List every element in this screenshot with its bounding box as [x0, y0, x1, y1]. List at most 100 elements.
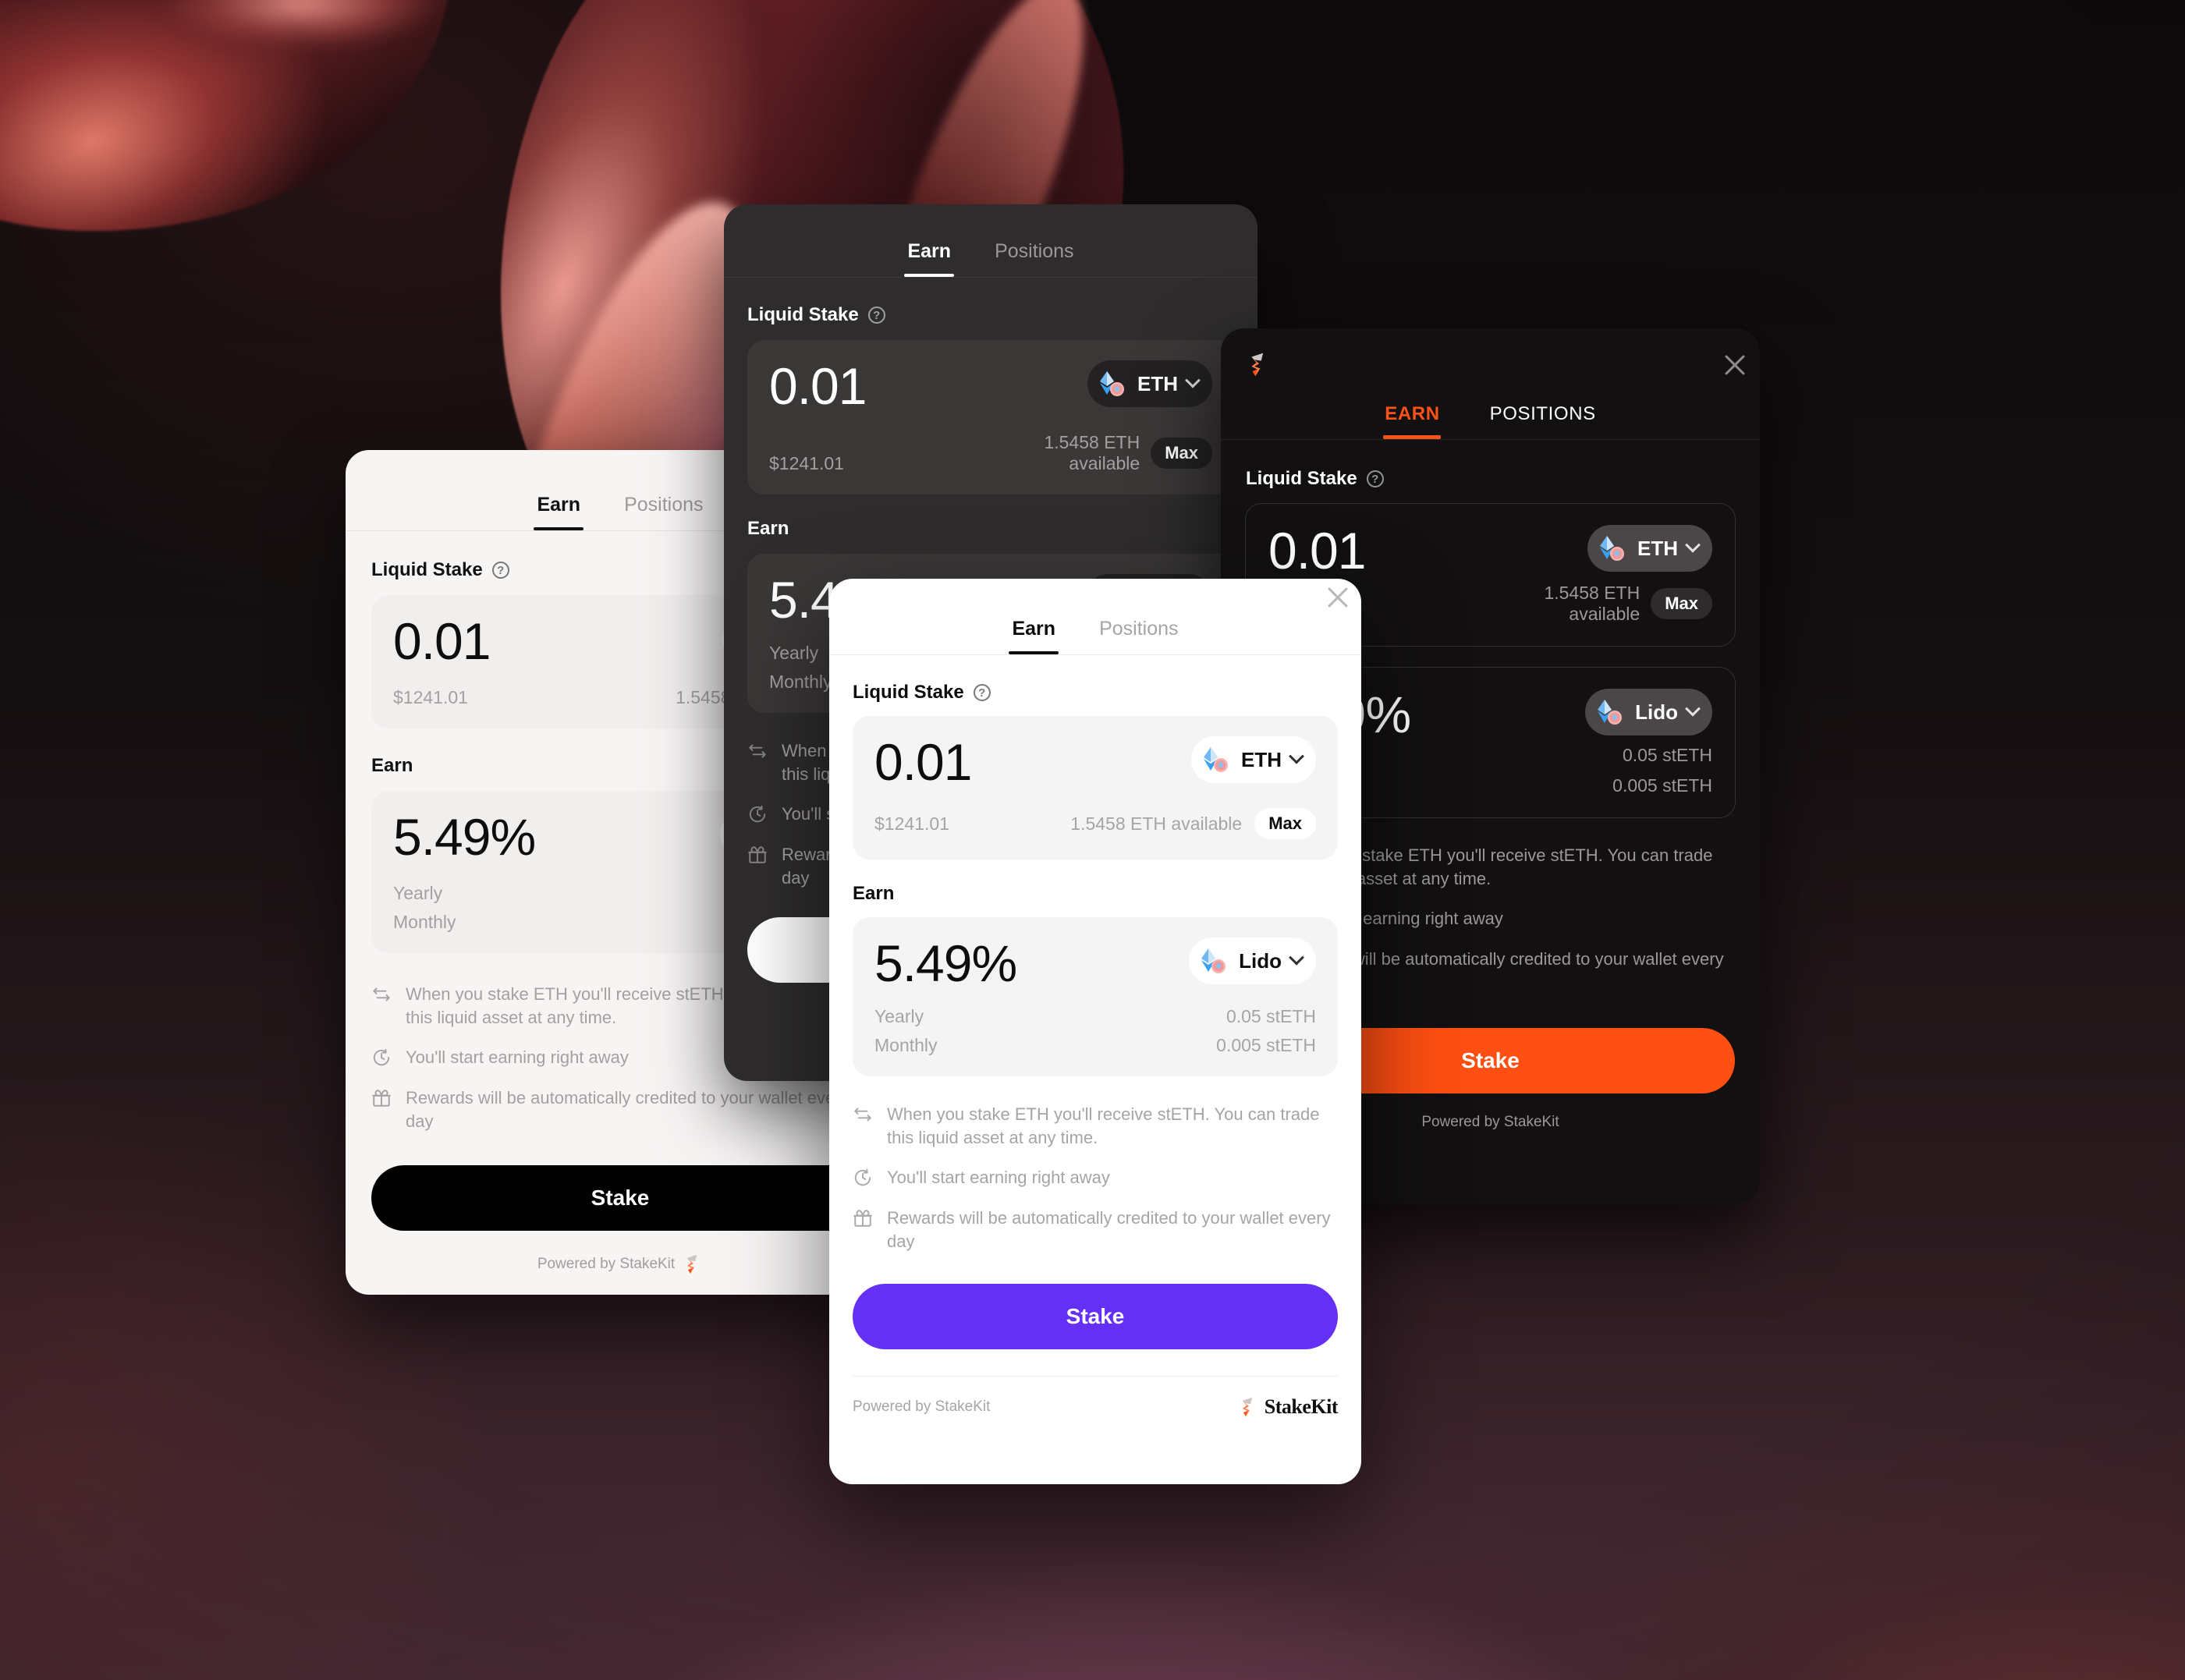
- gift-icon: [747, 845, 768, 865]
- help-icon[interactable]: ?: [973, 684, 991, 701]
- max-button-label: Max: [1268, 813, 1302, 833]
- liquid-stake-label: Liquid Stake: [853, 682, 964, 703]
- max-button-label: Max: [1665, 594, 1698, 613]
- token-symbol-label: ETH: [1637, 536, 1678, 560]
- provider-label: Lido: [1635, 700, 1678, 724]
- help-icon[interactable]: ?: [1366, 470, 1384, 487]
- token-selector-eth[interactable]: ETH: [1191, 736, 1316, 783]
- staking-widget-white-purple: Earn Positions Liquid Stake ? 0.01 ETH $…: [829, 579, 1361, 1484]
- earn-panel: 5.49% Lido Yearly 0.05 stETH Monthly 0.0…: [853, 917, 1338, 1076]
- chevron-down-icon: [1685, 700, 1701, 717]
- available-balance: 1.5458 ETH available: [1070, 813, 1243, 834]
- provider-selector-lido[interactable]: Lido: [1189, 937, 1316, 984]
- tab-positions[interactable]: Positions: [624, 494, 703, 530]
- available-amount: 1.5458 ETH: [1544, 583, 1641, 603]
- stakekit-logo-icon: [683, 1253, 703, 1276]
- max-button[interactable]: Max: [1254, 808, 1316, 839]
- available-balance: 1.5458 ETH available: [1544, 583, 1640, 625]
- amount-value[interactable]: 0.01: [1268, 525, 1366, 576]
- available-balance: 1.5458 ETH available: [1044, 432, 1140, 474]
- earn-label: Earn: [853, 883, 895, 904]
- amount-value[interactable]: 0.01: [874, 736, 972, 788]
- tab-earn[interactable]: Earn: [907, 240, 951, 277]
- bullet-gift-text: Rewards will be automatically credited t…: [406, 1088, 850, 1131]
- bullet-gift: Rewards will be automatically credited t…: [853, 1207, 1338, 1253]
- widget-topbar: [829, 579, 1361, 597]
- tab-bar: EARN POSITIONS: [1221, 380, 1760, 439]
- clock-icon: [853, 1168, 873, 1188]
- fiat-value: $1241.01: [874, 813, 949, 834]
- bullet-clock-text: You'll start earning right away: [887, 1168, 1110, 1188]
- swap-icon: [747, 741, 768, 761]
- swap-icon: [371, 984, 392, 1005]
- footer-divider: [853, 1376, 1338, 1377]
- amount-value[interactable]: 0.01: [393, 615, 491, 667]
- tab-positions-label: Positions: [624, 494, 704, 516]
- powered-by-footer: Powered by StakeKit StakeKit: [853, 1395, 1339, 1419]
- provider-label: Lido: [1239, 948, 1282, 973]
- liquid-stake-heading: Liquid Stake ?: [1246, 468, 1735, 490]
- amount-value[interactable]: 0.01: [769, 360, 867, 412]
- stake-button[interactable]: Stake: [853, 1284, 1338, 1350]
- stakekit-wordmark: StakeKit: [1264, 1395, 1339, 1419]
- earn-heading: Earn: [747, 518, 1234, 540]
- tab-earn-label: Earn: [537, 494, 581, 516]
- stakekit-logo-icon: [1238, 1395, 1258, 1419]
- liquid-stake-heading: Liquid Stake ?: [853, 682, 1338, 704]
- bullet-gift-text: Rewards will be automatically credited t…: [887, 1208, 1331, 1251]
- tab-positions-label: POSITIONS: [1489, 403, 1596, 424]
- available-word: available: [1069, 453, 1140, 473]
- lido-eth-token-icon: [1597, 533, 1628, 564]
- max-button-label: Max: [1165, 443, 1198, 463]
- stakekit-logo-icon: [1246, 350, 1271, 380]
- chevron-down-icon: [1185, 372, 1201, 388]
- apy-value: 5.49%: [393, 808, 536, 866]
- fiat-value: $1241.01: [393, 687, 468, 707]
- monthly-label: Monthly: [393, 912, 456, 932]
- stake-button-label: Stake: [1461, 1048, 1520, 1073]
- token-selector-eth[interactable]: ETH: [1087, 360, 1212, 407]
- tab-bar: Earn Positions: [829, 597, 1361, 654]
- liquid-stake-label: Liquid Stake: [1246, 468, 1357, 489]
- help-icon[interactable]: ?: [867, 307, 885, 324]
- tab-positions[interactable]: Positions: [1099, 618, 1178, 654]
- tab-positions-label: Positions: [995, 240, 1074, 262]
- tab-earn-label: EARN: [1385, 403, 1440, 424]
- earn-label: Earn: [371, 755, 413, 776]
- chevron-down-icon: [1289, 949, 1304, 966]
- chevron-down-icon: [1289, 748, 1304, 764]
- yearly-value: 0.05 stETH: [1226, 1006, 1316, 1026]
- earn-label: Earn: [747, 518, 789, 539]
- monthly-row: Monthly 0.005 stETH: [874, 1035, 1316, 1056]
- bullet-swap: When you stake ETH you'll receive stETH.…: [853, 1103, 1338, 1149]
- widget-topbar: [1221, 328, 1760, 380]
- bullet-clock: You'll start earning right away: [853, 1166, 1338, 1189]
- gift-icon: [371, 1088, 392, 1108]
- token-selector-eth[interactable]: ETH: [1587, 525, 1712, 572]
- apy-value: 5.49%: [874, 934, 1017, 992]
- provider-selector-lido[interactable]: Lido: [1585, 689, 1712, 735]
- max-button[interactable]: Max: [1651, 588, 1712, 619]
- amount-panel: 0.01 ETH $1241.01 1.5458 ETH available M…: [853, 716, 1338, 859]
- tab-earn[interactable]: Earn: [537, 494, 580, 530]
- lido-eth-token-icon: [1097, 368, 1128, 399]
- tab-bar: Earn Positions: [724, 204, 1257, 277]
- yearly-row: Yearly 0.05 stETH: [874, 1006, 1316, 1027]
- tab-earn[interactable]: Earn: [1012, 618, 1055, 654]
- max-button[interactable]: Max: [1151, 438, 1212, 469]
- earn-heading: Earn: [853, 883, 1338, 905]
- gift-icon: [853, 1208, 873, 1228]
- amount-panel: 0.01 ETH $1241.01 1.5458 ETH available: [747, 340, 1234, 494]
- liquid-stake-heading: Liquid Stake ?: [747, 304, 1234, 326]
- tab-positions[interactable]: POSITIONS: [1490, 403, 1596, 439]
- clock-icon: [371, 1047, 392, 1068]
- lido-provider-icon: [1594, 696, 1626, 728]
- tab-positions[interactable]: Positions: [995, 240, 1073, 277]
- lido-provider-icon: [1198, 945, 1229, 976]
- clock-icon: [747, 804, 768, 824]
- tab-earn[interactable]: EARN: [1385, 403, 1439, 439]
- powered-by-footer: Powered by StakeKit: [371, 1253, 869, 1276]
- stake-button[interactable]: Stake: [371, 1165, 869, 1232]
- powered-by-text: Powered by StakeKit: [853, 1398, 991, 1416]
- help-icon[interactable]: ?: [491, 562, 509, 579]
